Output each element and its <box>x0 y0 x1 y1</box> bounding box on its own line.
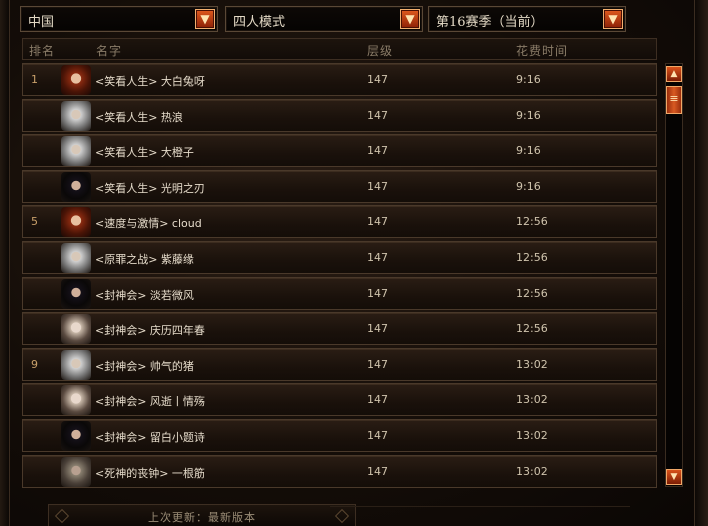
row-time: 9:16 <box>516 108 541 122</box>
row-time: 9:16 <box>516 73 541 86</box>
avatar[interactable] <box>61 136 91 167</box>
leaderboard-row[interactable]: <笑看人生> 光明之刃 147 9:16 <box>22 169 657 203</box>
row-time: 9:16 <box>516 179 541 193</box>
region-dropdown-value: 中国 <box>28 15 55 30</box>
avatar[interactable] <box>61 349 91 380</box>
left-frame <box>0 0 10 526</box>
chevron-down-icon[interactable]: ▼ <box>195 9 215 29</box>
region-dropdown[interactable]: 中国 ▼ <box>20 6 218 32</box>
footer-divider <box>330 506 630 526</box>
row-tier: 147 <box>367 322 388 336</box>
row-time: 13:02 <box>516 464 548 478</box>
avatar[interactable] <box>61 456 91 487</box>
chevron-down-icon[interactable]: ▼ <box>400 9 420 29</box>
column-header-name[interactable]: 名字 <box>96 42 122 59</box>
row-name[interactable]: <笑看人生> 热浪 <box>95 109 183 125</box>
row-tier: 147 <box>367 357 388 371</box>
leaderboard-row[interactable]: 9 <封神会> 帅气的猪 147 13:02 <box>22 347 657 381</box>
row-time: 13:02 <box>516 393 548 407</box>
avatar[interactable] <box>61 207 91 238</box>
chevron-down-icon[interactable]: ▼ <box>603 9 623 29</box>
avatar[interactable] <box>61 65 91 95</box>
row-tier: 147 <box>367 108 388 122</box>
row-rank: 5 <box>31 215 38 229</box>
row-name[interactable]: <原罪之战> 紫藤缘 <box>95 251 194 267</box>
row-name[interactable]: <封神会> 留白小题诗 <box>95 429 205 445</box>
row-time: 9:16 <box>516 144 541 158</box>
row-name[interactable]: <封神会> 庆历四年春 <box>95 322 205 338</box>
leaderboard-list: 1 <笑看人生> 大白兔呀 147 9:16 <笑看人生> 热浪 147 9:16 <笑看… <box>22 63 657 490</box>
last-update-text: 上次更新：最新版本 <box>148 511 256 524</box>
season-dropdown-value: 第16赛季（当前） <box>436 15 544 30</box>
footer-panel: 上次更新：最新版本 <box>48 504 356 526</box>
column-header-rank[interactable]: 排名 <box>29 42 55 59</box>
scrollbar-thumb[interactable]: ≡ <box>666 86 682 114</box>
leaderboard-row[interactable]: 5 <速度与激情> cloud 147 12:56 <box>22 205 657 239</box>
avatar[interactable] <box>61 242 91 273</box>
row-tier: 147 <box>367 73 388 86</box>
avatar[interactable] <box>61 171 91 202</box>
leaderboard-header: 排名 名字 层级 花费时间 <box>22 38 657 60</box>
row-rank: 9 <box>31 357 38 371</box>
avatar[interactable] <box>61 385 91 416</box>
row-tier: 147 <box>367 393 388 407</box>
leaderboard-row[interactable]: <封神会> 风逝丨情殇 147 13:02 <box>22 383 657 417</box>
row-name[interactable]: <封神会> 帅气的猪 <box>95 358 194 374</box>
leaderboard-row[interactable]: <封神会> 庆历四年春 147 12:56 <box>22 312 657 346</box>
row-tier: 147 <box>367 286 388 300</box>
column-header-time[interactable]: 花费时间 <box>516 42 568 59</box>
avatar[interactable] <box>61 278 91 309</box>
arrow-down-icon[interactable]: ▼ <box>666 469 682 485</box>
row-tier: 147 <box>367 428 388 442</box>
row-time: 13:02 <box>516 428 548 442</box>
avatar[interactable] <box>61 100 91 131</box>
row-time: 12:56 <box>516 250 548 264</box>
leaderboard-row[interactable]: <笑看人生> 热浪 147 9:16 <box>22 98 657 132</box>
row-tier: 147 <box>367 250 388 264</box>
row-time: 12:56 <box>516 215 548 229</box>
row-time: 12:56 <box>516 322 548 336</box>
column-header-tier[interactable]: 层级 <box>367 42 393 59</box>
grip-icon: ≡ <box>669 92 679 105</box>
right-frame <box>694 0 708 526</box>
leaderboard-row[interactable]: <笑看人生> 大橙子 147 9:16 <box>22 134 657 168</box>
row-tier: 147 <box>367 215 388 229</box>
leaderboard-row[interactable]: 1 <笑看人生> 大白兔呀 147 9:16 <box>22 63 657 96</box>
row-name[interactable]: <封神会> 淡若微风 <box>95 287 194 303</box>
row-name[interactable]: <笑看人生> 光明之刃 <box>95 180 205 196</box>
row-tier: 147 <box>367 464 388 478</box>
scrollbar-track[interactable] <box>665 63 683 487</box>
row-time: 12:56 <box>516 286 548 300</box>
row-name[interactable]: <死神的丧钟> 一根筋 <box>95 465 205 481</box>
row-rank: 1 <box>31 73 38 86</box>
row-name[interactable]: <速度与激情> cloud <box>95 215 202 231</box>
mode-dropdown-value: 四人模式 <box>233 15 286 30</box>
mode-dropdown[interactable]: 四人模式 ▼ <box>225 6 423 32</box>
leaderboard-row[interactable]: <死神的丧钟> 一根筋 147 13:02 <box>22 454 657 488</box>
leaderboard-row[interactable]: <封神会> 淡若微风 147 12:56 <box>22 276 657 310</box>
leaderboard-row[interactable]: <原罪之战> 紫藤缘 147 12:56 <box>22 240 657 274</box>
row-tier: 147 <box>367 144 388 158</box>
arrow-up-icon[interactable]: ▲ <box>666 66 682 82</box>
avatar[interactable] <box>61 420 91 451</box>
row-name[interactable]: <笑看人生> 大橙子 <box>95 144 194 160</box>
row-name[interactable]: <封神会> 风逝丨情殇 <box>95 393 205 409</box>
season-dropdown[interactable]: 第16赛季（当前） ▼ <box>428 6 626 32</box>
row-tier: 147 <box>367 179 388 193</box>
leaderboard-row[interactable]: <封神会> 留白小题诗 147 13:02 <box>22 418 657 452</box>
row-time: 13:02 <box>516 357 548 371</box>
row-name[interactable]: <笑看人生> 大白兔呀 <box>95 73 205 89</box>
avatar[interactable] <box>61 314 91 345</box>
